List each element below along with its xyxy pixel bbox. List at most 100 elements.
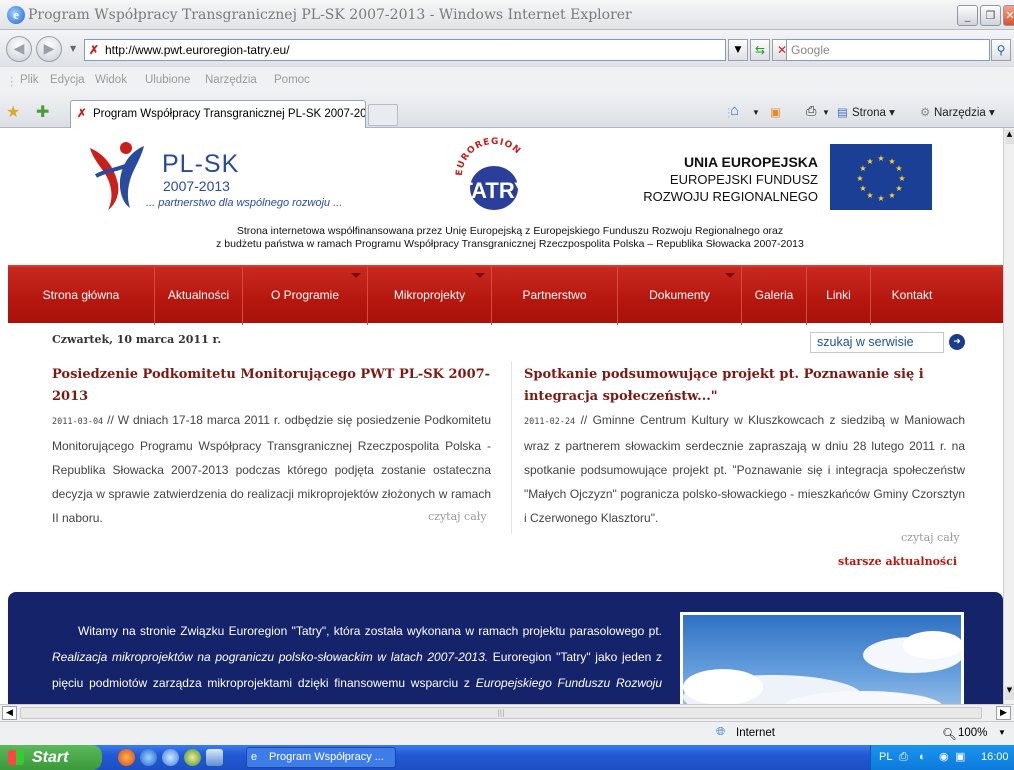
submenu-arrow-icon <box>351 273 361 278</box>
home-dropdown-icon[interactable]: ▼ <box>752 108 760 117</box>
start-button[interactable]: Start <box>0 745 102 770</box>
main-nav: Strona główna Aktualności O Programie Mi… <box>8 265 1003 325</box>
cofinance-line-1: Strona internetowa współfinansowana prze… <box>236 225 784 237</box>
page-menu-button[interactable]: Strona ▾ <box>852 105 895 119</box>
add-favorite-icon[interactable]: ✚ <box>36 102 49 121</box>
svg-text:★: ★ <box>877 154 884 163</box>
history-dropdown-icon[interactable]: ▼ <box>70 44 76 53</box>
taskbar-item-label: Program Współpracy ... <box>269 751 384 763</box>
start-label: Start <box>32 749 69 766</box>
older-news-link[interactable]: starsze aktualności <box>838 555 957 568</box>
window-titlebar: e Program Współpracy Transgranicznej PL-… <box>0 0 1014 30</box>
eu-line-1: UNIA EUROPEJSKA <box>683 154 818 170</box>
news-item: Spotkanie podsumowujące projekt pt. Pozn… <box>524 364 965 530</box>
menu-narzedzia[interactable]: Narzędzia <box>205 74 257 86</box>
printer-tray-icon[interactable]: ⎙ <box>899 745 908 770</box>
pl-sk-figure-logo-icon <box>90 142 144 210</box>
nav-label: Strona główna <box>42 288 120 302</box>
nav-linki[interactable]: Linki <box>807 267 871 325</box>
close-window-button[interactable]: ✕ <box>1003 5 1014 26</box>
svg-text:★: ★ <box>895 184 902 193</box>
quicklaunch-firefox-icon[interactable] <box>118 749 135 766</box>
volume-tray-icon[interactable]: ▣ <box>955 745 965 770</box>
nav-label: Galeria <box>754 288 794 302</box>
euroregion-tatry-logo-icon: EUROREGION TATRY <box>455 137 529 210</box>
menu-edycja[interactable]: Edycja <box>50 74 85 86</box>
network-tray-icon[interactable]: ◐ <box>919 745 926 770</box>
back-button[interactable]: ◀ <box>6 36 32 62</box>
maximize-button[interactable]: ❐ <box>980 5 1001 26</box>
zoom-dropdown-icon[interactable]: ▼ <box>998 728 1006 737</box>
scroll-left-icon[interactable]: ◀ <box>2 706 17 720</box>
search-input[interactable]: Google <box>786 39 990 61</box>
minimize-button[interactable]: _ <box>957 5 978 26</box>
tab-active[interactable]: ✗ Program Współpracy Transgranicznej PL-… <box>70 100 366 128</box>
scroll-thumb[interactable]: ||| <box>20 707 982 719</box>
nav-kontakt[interactable]: Kontakt <box>871 267 953 325</box>
security-tray-icon[interactable]: ◉ <box>939 745 949 770</box>
quicklaunch-desktop-icon[interactable] <box>206 749 223 766</box>
print-icon[interactable]: ⎙ <box>806 103 816 119</box>
system-tray: PL ⎙ ◐ ◉ ▣ 16:00 <box>870 745 1014 770</box>
ie-logo-icon: e <box>7 6 25 24</box>
scroll-up-icon[interactable]: ▲ <box>1005 130 1014 144</box>
menu-pomoc[interactable]: Pomoc <box>274 74 310 86</box>
address-input[interactable]: ✗ http://www.pwt.euroregion-tatry.eu/ <box>84 39 726 61</box>
forward-button[interactable]: ▶ <box>36 36 62 62</box>
page-icon[interactable]: ▤ <box>837 105 848 119</box>
home-icon[interactable]: ⌂ <box>730 102 739 119</box>
tools-menu-button[interactable]: Narzędzia ▾ <box>934 105 995 119</box>
news-title[interactable]: Posiedzenie Podkomitetu Monitorującego P… <box>52 364 491 408</box>
clouds-image <box>683 631 961 704</box>
zoom-level[interactable]: 100% <box>958 727 987 739</box>
taskbar-ie-window[interactable]: e Program Współpracy ... <box>246 747 396 768</box>
quicklaunch-media-icon[interactable] <box>184 749 201 766</box>
news-body: 2011-03-04 // W dniach 17-18 marca 2011 … <box>52 408 491 530</box>
vertical-scrollbar[interactable]: ▲ ▼ <box>1003 128 1014 704</box>
refresh-button[interactable]: ⇆ <box>750 39 770 61</box>
print-dropdown-icon[interactable]: ▼ <box>822 108 830 117</box>
new-tab-button[interactable] <box>368 104 398 126</box>
read-more-link[interactable]: czytaj cały <box>428 510 487 523</box>
tools-gear-icon[interactable]: ⚙ <box>920 105 930 119</box>
logo-years: 2007-2013 <box>163 178 230 194</box>
menu-ulubione[interactable]: Ulubione <box>145 74 190 86</box>
submenu-arrow-icon <box>475 273 485 278</box>
site-favicon-icon: ✗ <box>89 43 100 57</box>
current-date: Czwartek, 10 marca 2011 r. <box>52 333 222 346</box>
nav-aktualnosci[interactable]: Aktualności <box>155 267 243 325</box>
menu-widok[interactable]: Widok <box>95 74 127 86</box>
nav-o-programie[interactable]: O Programie <box>243 267 368 325</box>
cofinance-line-2: z budżetu państwa w ramach Programu Wspó… <box>216 238 804 250</box>
nav-strona-glowna[interactable]: Strona główna <box>8 267 155 325</box>
logo-title: PL-SK <box>162 150 240 178</box>
nav-mikroprojekty[interactable]: Mikroprojekty <box>368 267 492 325</box>
svg-text:★: ★ <box>859 184 866 193</box>
nav-partnerstwo[interactable]: Partnerstwo <box>492 267 618 325</box>
scroll-right-icon[interactable]: ▶ <box>996 706 1011 720</box>
nav-dokumenty[interactable]: Dokumenty <box>618 267 742 325</box>
news-divider <box>511 361 512 534</box>
scroll-down-icon[interactable]: ▼ <box>1005 686 1014 700</box>
feeds-icon[interactable]: ▣ <box>770 105 781 119</box>
svg-text:★: ★ <box>866 191 873 200</box>
menu-plik[interactable]: Plik <box>20 74 39 86</box>
news-title[interactable]: Spotkanie podsumowujące projekt pt. Pozn… <box>524 364 965 408</box>
tatry-word: TATRY <box>459 178 529 203</box>
read-more-link[interactable]: czytaj cały <box>901 531 960 544</box>
search-icon[interactable]: ⚲ <box>991 39 1011 61</box>
address-dropdown-button[interactable]: ▼ <box>728 39 748 61</box>
site-search-input[interactable]: szukaj w serwisie <box>810 332 944 353</box>
news-item: Posiedzenie Podkomitetu Monitorującego P… <box>52 364 491 530</box>
site-header: PL-SK 2007-2013 ... partnerstwo dla wspó… <box>0 128 1003 265</box>
site-search-go-icon[interactable]: ➜ <box>949 334 965 350</box>
nav-galeria[interactable]: Galeria <box>742 267 807 325</box>
quicklaunch-ie-icon[interactable] <box>140 749 157 766</box>
quicklaunch-ie2-icon[interactable] <box>162 749 179 766</box>
language-indicator[interactable]: PL <box>879 745 892 770</box>
windows-flag-icon <box>8 750 24 765</box>
svg-text:★: ★ <box>866 157 873 166</box>
horizontal-scrollbar[interactable]: ◀ ||| ▶ <box>0 704 1014 721</box>
svg-text:★: ★ <box>895 164 902 173</box>
favorites-star-icon[interactable]: ★ <box>6 102 20 121</box>
